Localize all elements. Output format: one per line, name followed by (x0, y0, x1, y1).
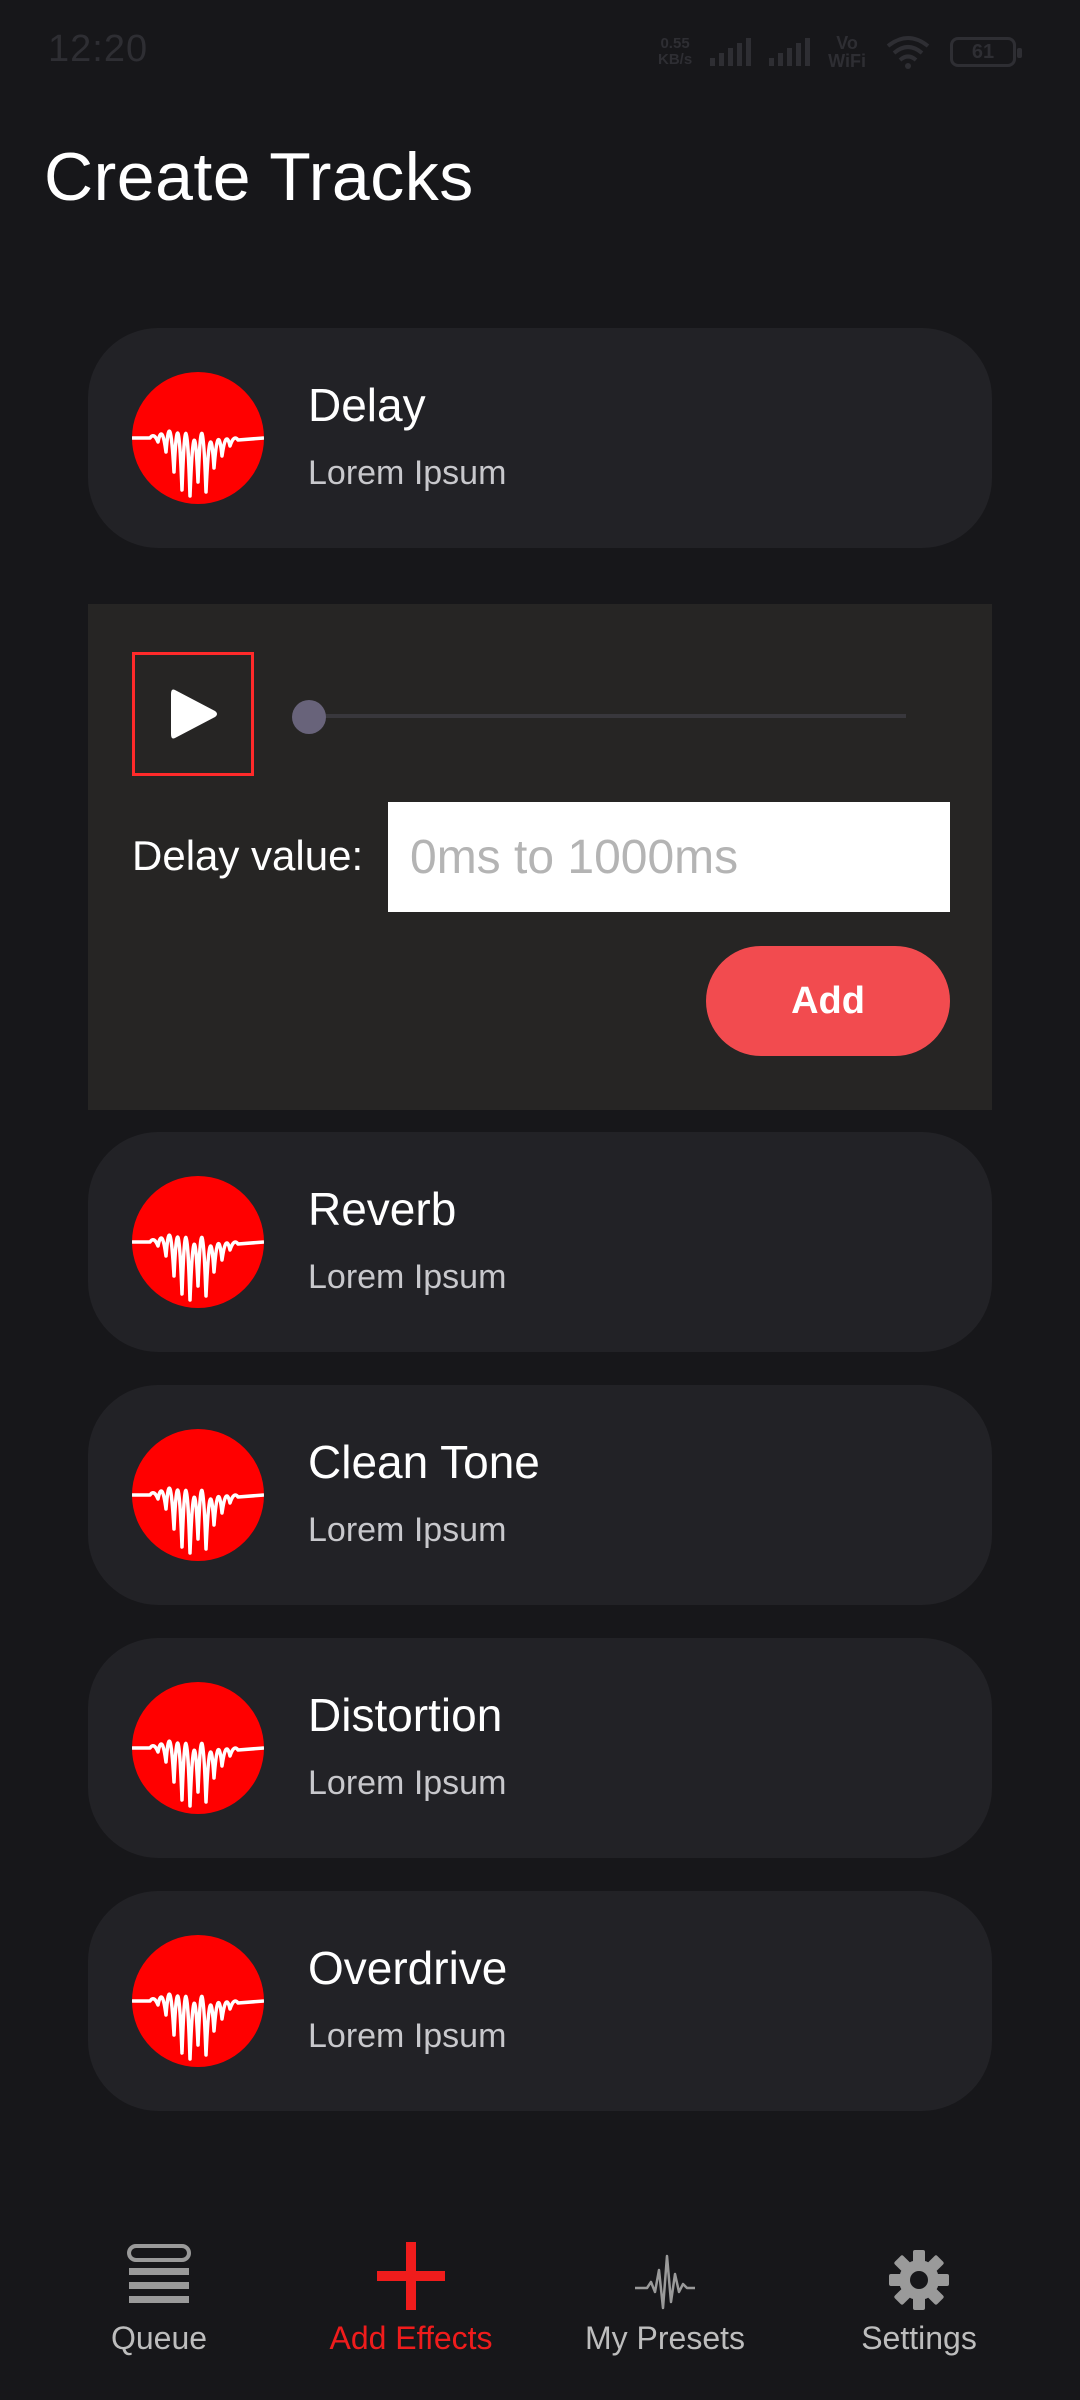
effect-subtitle: Lorem Ipsum (308, 1764, 507, 1802)
vowifi-top: Vo (836, 33, 858, 53)
sound-wave-icon (132, 1429, 264, 1561)
sound-wave-icon (132, 1682, 264, 1814)
bottom-nav: Queue Add Effects My Presets Settings (0, 2222, 1080, 2400)
nav-item-my-presets[interactable]: My Presets (538, 2222, 792, 2372)
effect-name: Overdrive (308, 1942, 508, 1994)
effect-card-overdrive[interactable]: Overdrive Lorem Ipsum (88, 1891, 992, 2111)
effect-subtitle: Lorem Ipsum (308, 1511, 507, 1549)
network-speed: 0.55 KB/s (658, 36, 692, 68)
effect-name: Clean Tone (308, 1436, 540, 1488)
effect-name: Reverb (308, 1183, 457, 1235)
effect-card-distortion[interactable]: Distortion Lorem Ipsum (88, 1638, 992, 1858)
delay-settings-panel: Delay value: Add (88, 604, 992, 1110)
effect-card-delay[interactable]: Delay Lorem Ipsum (88, 328, 992, 548)
vowifi-bottom: WiFi (828, 51, 866, 71)
play-icon (171, 689, 217, 739)
effect-subtitle: Lorem Ipsum (308, 1258, 507, 1296)
sound-wave-icon (132, 1176, 264, 1308)
effect-card-reverb[interactable]: Reverb Lorem Ipsum (88, 1132, 992, 1352)
effect-card-clean-tone[interactable]: Clean Tone Lorem Ipsum (88, 1385, 992, 1605)
status-bar: 12:20 0.55 KB/s Vo WiFi 61 (0, 0, 1080, 100)
queue-icon (123, 2222, 195, 2312)
delay-slider[interactable] (292, 700, 906, 734)
effect-name: Delay (308, 379, 426, 431)
wifi-icon (886, 36, 930, 69)
nav-label: Settings (861, 2320, 977, 2356)
delay-value-input[interactable] (388, 802, 950, 912)
status-time: 12:20 (48, 28, 149, 70)
battery-level: 61 (971, 40, 995, 63)
sound-wave-icon (132, 372, 264, 504)
play-button[interactable] (132, 652, 254, 776)
nav-item-add-effects[interactable]: Add Effects (284, 2222, 538, 2372)
effect-subtitle: Lorem Ipsum (308, 2017, 507, 2055)
effect-name: Distortion (308, 1689, 503, 1741)
add-button[interactable]: Add (706, 946, 950, 1056)
effect-subtitle: Lorem Ipsum (308, 454, 507, 492)
signal-icon (769, 38, 811, 66)
network-speed-value: 0.55 (660, 35, 690, 52)
status-icons: 0.55 KB/s Vo WiFi 61 (658, 30, 1022, 74)
nav-label: My Presets (584, 2320, 746, 2356)
waveform-icon (633, 2222, 697, 2312)
delay-value-label: Delay value: (132, 832, 364, 879)
nav-item-settings[interactable]: Settings (792, 2222, 1046, 2372)
nav-item-queue[interactable]: Queue (32, 2222, 286, 2372)
vowifi-indicator: Vo WiFi (828, 34, 866, 70)
sound-wave-icon (132, 1935, 264, 2067)
network-speed-unit: KB/s (657, 51, 693, 68)
slider-thumb[interactable] (292, 700, 326, 734)
screen: 12:20 0.55 KB/s Vo WiFi 61 Create Tracks… (0, 0, 1080, 2400)
signal-icon (710, 38, 752, 66)
gear-icon (887, 2222, 951, 2312)
battery-icon: 61 (950, 37, 1022, 67)
nav-label: Queue (110, 2320, 208, 2356)
slider-track (294, 714, 906, 718)
page-title: Create Tracks (44, 139, 474, 215)
plus-icon (375, 2222, 447, 2312)
nav-label: Add Effects (329, 2320, 493, 2356)
